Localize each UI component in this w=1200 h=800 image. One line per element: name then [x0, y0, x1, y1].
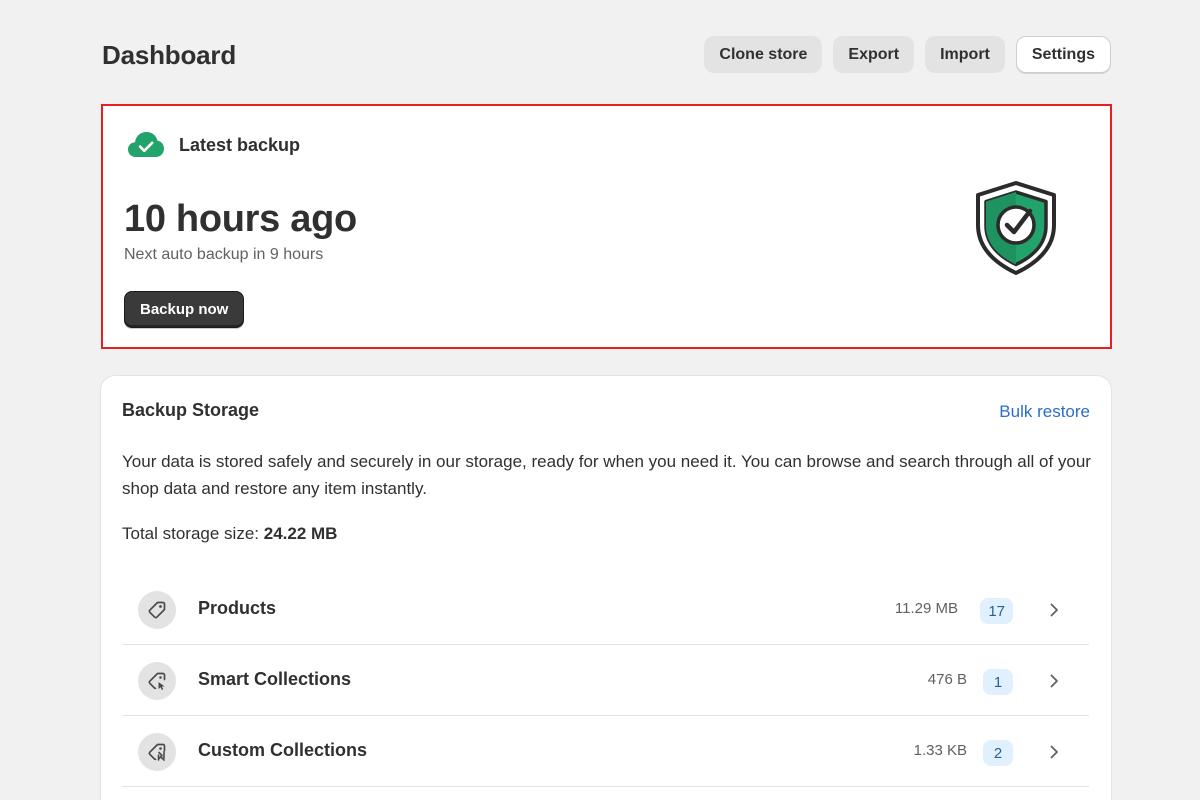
total-storage-size: Total storage size: 24.22 MB — [122, 524, 337, 544]
page-header: Dashboard Clone store Export Import Sett… — [101, 36, 1111, 74]
storage-row-smart-collections[interactable]: Smart Collections 476 B 1 — [122, 645, 1089, 716]
clone-store-button[interactable]: Clone store — [704, 36, 823, 73]
count-badge: 1 — [983, 669, 1013, 695]
storage-row-products[interactable]: Products 11.29 MB 17 — [122, 574, 1089, 645]
count-badge: 17 — [980, 598, 1013, 624]
latest-backup-time: 10 hours ago — [124, 198, 357, 240]
storage-row-size: 1.33 KB — [913, 742, 967, 759]
cloud-check-icon — [128, 132, 164, 157]
bulk-restore-link[interactable]: Bulk restore — [999, 402, 1090, 422]
backup-storage-card: Backup Storage Bulk restore Your data is… — [101, 376, 1111, 800]
latest-backup-card: Latest backup 10 hours ago Next auto bac… — [101, 104, 1112, 349]
export-button[interactable]: Export — [833, 36, 915, 73]
storage-row-label: Products — [198, 598, 277, 618]
storage-description: Your data is stored safely and securely … — [122, 452, 1091, 498]
settings-button[interactable]: Settings — [1015, 36, 1111, 73]
total-storage-label: Total storage size: — [122, 524, 260, 543]
header-actions: Clone store Export Import Settings — [704, 36, 1111, 73]
chevron-right-icon — [1050, 745, 1058, 759]
smart-collection-icon — [138, 662, 176, 700]
custom-collection-icon — [138, 733, 176, 771]
storage-row-label: Smart Collections — [198, 669, 352, 689]
shield-check-icon — [976, 181, 1056, 275]
latest-backup-header: Latest backup — [127, 130, 300, 160]
backup-now-button[interactable]: Backup now — [124, 291, 245, 328]
storage-list: Products 11.29 MB 17 Smart Collections 4… — [122, 574, 1089, 787]
storage-row-label: Custom Collections — [198, 740, 368, 760]
page-title: Dashboard — [102, 40, 237, 70]
storage-row-size: 476 B — [927, 671, 967, 688]
next-backup-text: Next auto backup in 9 hours — [124, 246, 324, 263]
count-badge: 2 — [983, 740, 1013, 766]
tag-icon — [138, 591, 176, 629]
total-storage-value: 24.22 MB — [263, 524, 338, 543]
latest-backup-title: Latest backup — [179, 134, 301, 155]
chevron-right-icon — [1050, 603, 1058, 617]
import-button[interactable]: Import — [925, 36, 1005, 73]
storage-row-size: 11.29 MB — [894, 600, 958, 617]
chevron-right-icon — [1050, 674, 1058, 688]
storage-row-custom-collections[interactable]: Custom Collections 1.33 KB 2 — [122, 716, 1089, 787]
backup-storage-title: Backup Storage — [122, 400, 260, 420]
